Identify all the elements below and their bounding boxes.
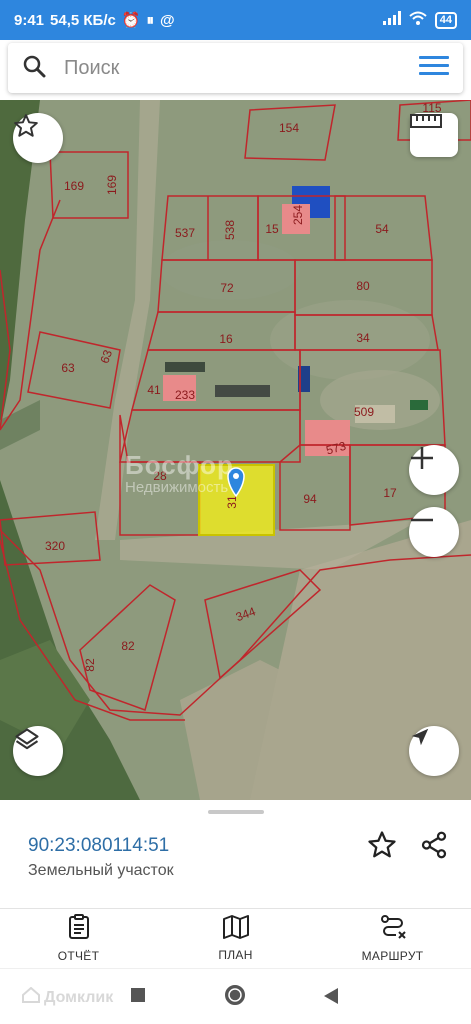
parcel-label: 34: [356, 331, 370, 345]
search-icon: [22, 54, 46, 83]
layers-button[interactable]: [13, 726, 63, 776]
object-type: Земельный участок: [28, 862, 174, 879]
house-icon: [22, 986, 40, 1008]
alarm-icon: ⏰: [121, 12, 141, 29]
tab-route[interactable]: МАРШРУТ: [314, 909, 471, 968]
at-icon: @: [160, 11, 175, 29]
share-icon[interactable]: [419, 830, 449, 865]
report-icon: [67, 914, 91, 945]
parcel-label: 94: [303, 492, 317, 506]
search-input[interactable]: Поиск: [64, 57, 119, 80]
action-tabbar: ОТЧЁТ ПЛАН МАРШРУТ: [0, 908, 471, 968]
parcel-label: 169: [105, 175, 119, 195]
system-nav-bar: Домклик: [0, 968, 471, 1024]
domclick-watermark: Домклик: [22, 986, 113, 1008]
parcel-label: 509: [354, 405, 374, 419]
pause-icon: ⏸: [146, 11, 155, 29]
property-sheet: 90:23:080114:51 Земельный участок: [0, 800, 471, 908]
zoom-out-button[interactable]: [409, 507, 459, 557]
back-button[interactable]: [323, 987, 339, 1010]
my-location-button[interactable]: [409, 726, 459, 776]
recents-button[interactable]: [130, 987, 146, 1008]
cadastral-number[interactable]: 90:23:080114:51: [28, 835, 169, 857]
map-view[interactable]: 115 154 169 169 537 538 15 254 54 72 80 …: [0, 100, 471, 800]
menu-icon[interactable]: [419, 55, 449, 82]
parcel-label: 538: [223, 220, 237, 240]
parcel-label: 63: [61, 361, 75, 375]
route-icon: [380, 914, 406, 945]
parcel-label: 154: [279, 121, 299, 135]
parcel-label: 15: [265, 222, 279, 236]
search-bar[interactable]: Поиск: [8, 43, 463, 93]
satellite-map: 115 154 169 169 537 538 15 254 54 72 80 …: [0, 100, 471, 800]
parcel-label: 82: [83, 658, 97, 672]
home-button[interactable]: [224, 984, 246, 1011]
parcel-label: 41: [147, 383, 161, 397]
parcel-label: 16: [219, 332, 233, 346]
measure-button[interactable]: [410, 113, 458, 157]
parcel-label: 233: [175, 388, 195, 402]
parcel-label: 72: [220, 281, 234, 295]
parcel-label: 17: [383, 486, 397, 500]
map-plan-icon: [222, 915, 249, 944]
zoom-in-button[interactable]: [409, 445, 459, 495]
parcel-label: 82: [121, 639, 135, 653]
watermark: Босфор Недвижимость: [125, 450, 234, 496]
status-bar: 9:41 54,5 КБ/с ⏰ ⏸ @ 44: [0, 0, 471, 40]
favorite-button[interactable]: [13, 113, 63, 163]
parcel-label: 320: [45, 539, 65, 553]
sheet-drag-handle[interactable]: [208, 810, 264, 814]
star-icon[interactable]: [367, 830, 397, 865]
tab-report[interactable]: ОТЧЁТ: [0, 909, 157, 968]
clock: 9:41: [14, 11, 45, 29]
wifi-icon: [409, 11, 427, 29]
parcel-label: 254: [291, 205, 305, 225]
battery-indicator: 44: [434, 11, 457, 29]
signal-icon: [382, 11, 401, 29]
parcel-label: 31: [225, 495, 239, 509]
network-speed: 54,5 КБ/с: [50, 11, 116, 29]
parcel-label: 54: [375, 222, 389, 236]
parcel-label: 537: [175, 226, 195, 240]
parcel-label: 80: [356, 279, 370, 293]
parcel-label: 169: [64, 179, 84, 193]
tab-plan[interactable]: ПЛАН: [157, 909, 314, 968]
